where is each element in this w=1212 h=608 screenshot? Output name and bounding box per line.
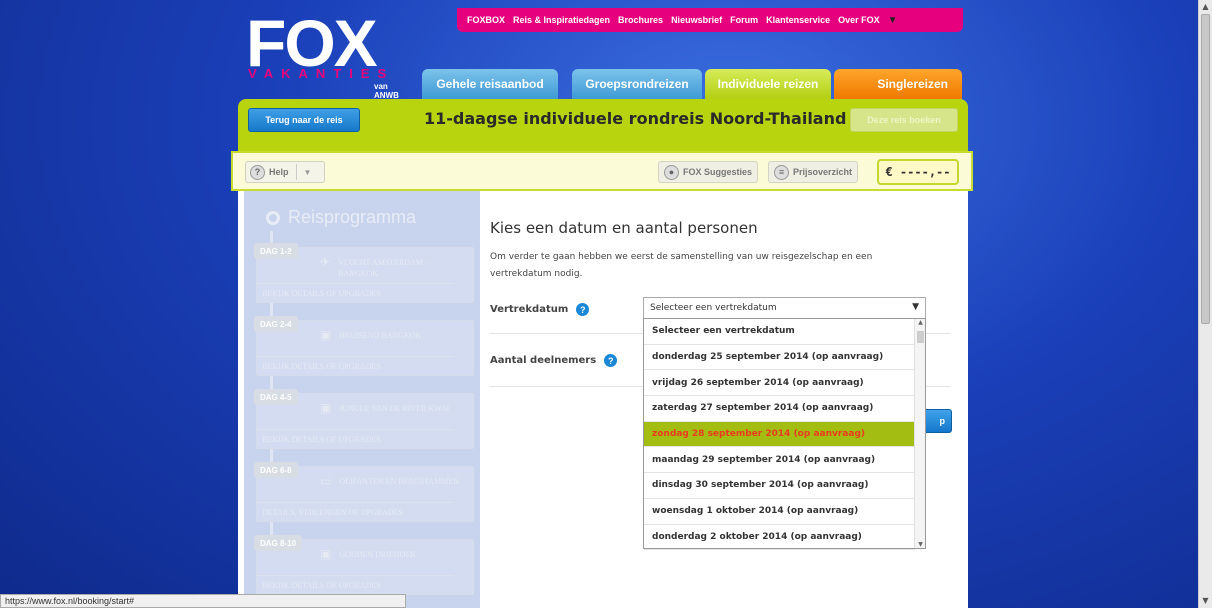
topnav-reis-inspiratiedagen[interactable]: Reis & Inspiratiedagen <box>513 15 610 25</box>
day-name: ▭ OLIFANTEN EN BERGSTAMMEN <box>320 474 460 488</box>
day-badge: DAG 6-8 <box>254 462 298 478</box>
toolbar: ? Help ▼ ● FOX Suggesties ≡ Prijsoverzic… <box>231 151 973 191</box>
trip-title: 11-daagse individuele rondreis Noord-Tha… <box>424 109 847 128</box>
dropdown-option[interactable]: vrijdag 26 september 2014 (op aanvraag) <box>644 370 915 397</box>
day-badge: DAG 2-4 <box>254 316 298 332</box>
logo-sub: van ANWB <box>374 82 399 100</box>
tab-singlereizen-label: Singlereizen <box>877 77 948 91</box>
chevron-down-icon[interactable]: ▼ <box>304 168 312 177</box>
dropdown-option[interactable]: maandag 29 september 2014 (op aanvraag) <box>644 447 915 474</box>
tab-individuele-reizen[interactable]: Individuele reizen <box>705 69 831 99</box>
dropdown-option[interactable]: zaterdag 27 september 2014 (op aanvraag) <box>644 396 915 422</box>
topnav-brochures[interactable]: Brochures <box>618 15 663 25</box>
prices-label: Prijsoverzicht <box>793 167 853 177</box>
departure-date-select[interactable]: Selecteer een vertrekdatum ▼ <box>643 297 926 319</box>
dropdown-option[interactable]: dinsdag 30 september 2014 (op aanvraag) <box>644 473 915 499</box>
day-name: ✈ VLUCHT AMSTERDAM - BANGKOK <box>320 255 460 279</box>
day-badge: DAG 8-10 <box>254 535 303 551</box>
day-upgrade-link[interactable]: BEKIJK DETAILS OF UPGRADES <box>256 356 454 376</box>
participants-row: Aantal deelnemers ? <box>490 354 618 367</box>
scroll-down-icon[interactable]: ▼ <box>1199 594 1212 608</box>
timeline-dot-icon <box>266 210 280 225</box>
day-upgrade-link[interactable]: BEKIJK DETAILS OF UPGRADES <box>256 283 454 303</box>
form-intro: Om verder te gaan hebben we eerst de sam… <box>490 252 873 279</box>
itinerary-title-label: Reisprogramma <box>288 207 417 227</box>
suitcase-icon: ▣ <box>320 328 332 342</box>
scroll-down-icon[interactable]: ▼ <box>915 541 926 548</box>
dropdown-option[interactable]: woensdag 1 oktober 2014 (op aanvraag) <box>644 499 915 525</box>
day-name-text: OLIFANTEN EN BERGSTAMMEN <box>339 477 459 486</box>
scroll-up-icon[interactable]: ▲ <box>915 319 926 326</box>
help-icon[interactable]: ? <box>576 303 590 316</box>
list-icon: ≡ <box>774 164 789 180</box>
itinerary-sidebar: Reisprogramma DAG 1-2 ✈ VLUCHT AMSTERDAM … <box>244 191 480 608</box>
day-upgrade-link[interactable]: BEKIJK DETAILS OF UPGRADES <box>256 429 454 449</box>
day-upgrade-link[interactable]: DETAILS, VERLENGEN OF UPGRADES <box>256 502 454 522</box>
select-value: Selecteer een vertrekdatum <box>650 303 777 313</box>
browser-status-bar: https://www.fox.nl/booking/start# <box>0 594 406 608</box>
price-display: € ----,-- <box>877 159 959 185</box>
book-trip-button[interactable]: Deze reis boeken <box>850 108 958 132</box>
help-label: Help <box>269 167 289 177</box>
help-button[interactable]: ? Help ▼ <box>245 161 325 183</box>
question-icon: ? <box>250 164 265 180</box>
caret-down-icon[interactable]: ▼ <box>888 15 898 26</box>
form-heading: Kies een datum en aantal personen <box>490 219 758 237</box>
day-upgrade-link[interactable]: BEKIJK DETAILS OF UPGRADES <box>256 575 454 595</box>
scroll-thumb[interactable] <box>917 331 924 343</box>
bed-icon: ▭ <box>320 474 332 488</box>
topnav-foxbox[interactable]: FOXBOX <box>467 15 505 25</box>
topnav-nieuwsbrief[interactable]: Nieuwsbrief <box>671 15 722 25</box>
departure-row: Vertrekdatum ? <box>490 303 590 316</box>
plane-icon: ✈ <box>320 255 331 269</box>
participants-label: Aantal deelnemers <box>490 355 597 366</box>
fox-logo[interactable]: FOX VAKANTIES van ANWB <box>246 10 406 100</box>
dropdown-scrollbar[interactable]: ▲ ▼ <box>914 319 925 548</box>
divider <box>295 164 297 180</box>
suggestion-icon: ● <box>664 164 679 180</box>
dropdown-option-selected[interactable]: zondag 28 september 2014 (op aanvraag) <box>644 421 915 448</box>
page-scrollbar[interactable]: ▲ ▼ <box>1198 0 1212 608</box>
dropdown-option[interactable]: donderdag 2 oktober 2014 (op aanvraag) <box>644 525 915 551</box>
tab-gehele-reisaanbod[interactable]: Gehele reisaanbod <box>422 69 558 99</box>
day-name: ▣ BRUISEND BANGKOK <box>320 328 460 342</box>
logo-tagline: VAKANTIES <box>248 66 395 81</box>
day-name-text: VLUCHT AMSTERDAM - BANGKOK <box>338 258 428 278</box>
help-icon[interactable]: ? <box>604 354 618 367</box>
day-name: ▣ JUNGLE VAN DE RIVER KWAI <box>320 401 460 415</box>
panel-header: Terug naar de reis 11-daagse individuele… <box>238 99 968 151</box>
topnav-forum[interactable]: Forum <box>730 15 758 25</box>
tab-groepsrondreizen[interactable]: Groepsrondreizen <box>572 69 702 99</box>
topnav-over-fox[interactable]: Over FOX <box>838 15 880 25</box>
dropdown-option[interactable]: donderdag 25 september 2014 (op aanvraag… <box>644 345 915 371</box>
departure-date-dropdown: Selecteer een vertrekdatum donderdag 25 … <box>643 318 926 551</box>
dropdown-option[interactable]: Selecteer een vertrekdatum <box>644 319 915 345</box>
day-name: ▣ GOUDEN DRIEHOEK <box>320 547 460 561</box>
top-nav: FOXBOX Reis & Inspiratiedagen Brochures … <box>457 8 963 32</box>
suitcase-icon: ▣ <box>320 547 332 561</box>
scroll-up-icon[interactable]: ▲ <box>1199 0 1212 14</box>
price-overview-button[interactable]: ≡ Prijsoverzicht <box>768 161 859 183</box>
scroll-thumb[interactable] <box>1201 14 1210 324</box>
suitcase-icon: ▣ <box>320 401 332 415</box>
day-badge: DAG 1-2 <box>254 243 298 259</box>
chevron-down-icon[interactable]: ▼ <box>912 302 919 312</box>
topnav-klantenservice[interactable]: Klantenservice <box>766 15 830 25</box>
suggestions-label: FOX Suggesties <box>683 167 753 177</box>
departure-label: Vertrekdatum <box>490 304 569 315</box>
day-name-text: GOUDEN DRIEHOEK <box>339 550 416 559</box>
day-name-text: JUNGLE VAN DE RIVER KWAI <box>339 404 450 413</box>
itinerary-title: Reisprogramma <box>266 207 416 228</box>
day-name-text: BRUISEND BANGKOK <box>339 331 422 340</box>
back-to-trip-button[interactable]: Terug naar de reis <box>248 108 360 132</box>
day-badge: DAG 4-5 <box>254 389 298 405</box>
tab-singlereizen[interactable]: Singlereizen <box>834 69 962 99</box>
fox-suggestions-button[interactable]: ● FOX Suggesties <box>658 161 759 183</box>
